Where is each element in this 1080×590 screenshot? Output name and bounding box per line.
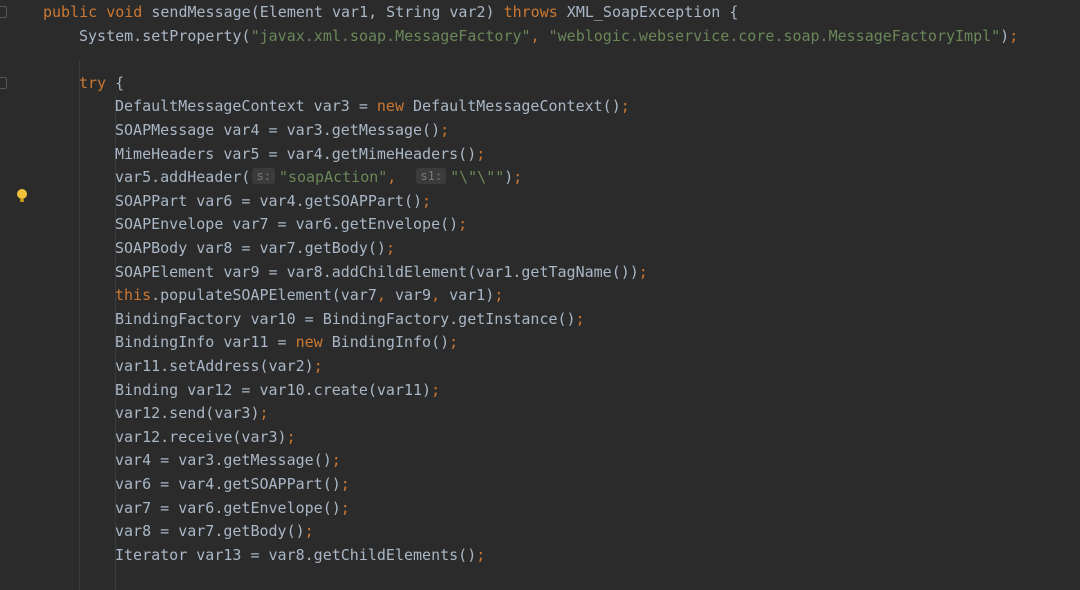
code-token: ,: [387, 168, 415, 187]
code-token: DefaultMessageContext var3 =: [115, 97, 377, 116]
code-token: ,: [431, 286, 450, 305]
code-token: var7 = var6.getEnvelope(): [115, 498, 341, 517]
code-token: .populateSOAPElement(var7: [151, 286, 377, 305]
code-line[interactable]: MimeHeaders var5 = var4.getMimeHeaders()…: [115, 143, 485, 167]
code-token: ;: [313, 357, 323, 375]
code-token: BindingFactory var10 = BindingFactory.ge…: [115, 309, 576, 328]
code-line[interactable]: SOAPElement var9 = var8.addChildElement(…: [115, 261, 648, 285]
code-line[interactable]: SOAPBody var8 = var7.getBody();: [115, 237, 395, 261]
editor-gutter: [0, 0, 12, 590]
code-token: System.setProperty(: [79, 26, 251, 45]
code-line[interactable]: public void sendMessage(Element var1, St…: [43, 1, 738, 25]
code-token: DefaultMessageContext(): [413, 97, 621, 116]
code-token: ;: [286, 427, 296, 446]
code-token: "weblogic.webservice.core.soap.MessageFa…: [548, 26, 1001, 45]
code-token: ;: [458, 215, 468, 234]
code-token: var8 = var7.getBody(): [115, 522, 305, 541]
code-token: ,: [530, 26, 549, 45]
code-token: ;: [440, 121, 450, 139]
code-token: ;: [476, 144, 486, 163]
code-line[interactable]: SOAPPart var6 = var4.getSOAPPart();: [115, 190, 431, 214]
code-token: ;: [638, 262, 648, 281]
code-token: ;: [340, 475, 350, 493]
code-token: ;: [620, 97, 630, 116]
code-token: ): [504, 168, 514, 187]
code-token: ;: [259, 404, 269, 423]
code-token: throws: [503, 3, 567, 21]
code-line[interactable]: System.setProperty("javax.xml.soap.Messa…: [79, 25, 1018, 49]
fold-icon[interactable]: [0, 6, 7, 18]
code-token: ,: [376, 286, 395, 305]
code-token: ;: [304, 522, 314, 541]
code-token: ;: [513, 168, 523, 187]
code-line[interactable]: BindingInfo var11 = new BindingInfo();: [115, 331, 458, 355]
code-token: var9: [394, 286, 432, 305]
code-token: new: [295, 333, 332, 352]
parameter-hint: s1:: [416, 168, 447, 185]
code-line[interactable]: var7 = var6.getEnvelope();: [115, 497, 350, 521]
code-token: ;: [431, 380, 441, 399]
code-token: sendMessage(Element var1, String var2): [151, 3, 504, 21]
parameter-hint: s:: [252, 168, 275, 185]
code-line[interactable]: var8 = var7.getBody();: [115, 520, 314, 544]
code-line[interactable]: BindingFactory var10 = BindingFactory.ge…: [115, 308, 585, 332]
code-token: ;: [331, 451, 341, 470]
lightbulb-icon[interactable]: [17, 189, 28, 202]
code-line[interactable]: Iterator var13 = var8.getChildElements()…: [115, 544, 485, 568]
code-line[interactable]: try {: [79, 72, 124, 96]
code-token: BindingInfo var11 =: [115, 333, 296, 352]
code-token: "\"\"": [450, 168, 505, 187]
code-token: MimeHeaders var5 = var4.getMimeHeaders(): [115, 144, 477, 163]
code-token: ;: [385, 239, 395, 257]
code-token: var11.setAddress(var2): [115, 357, 314, 375]
code-line[interactable]: var5.addHeader(s: "soapAction", s1: "\"\""…: [115, 166, 522, 190]
code-token: "soapAction": [278, 168, 388, 187]
code-token: Iterator var13 = var8.getChildElements(): [115, 545, 477, 564]
indent-guide: [79, 60, 80, 590]
code-token: new: [376, 97, 414, 116]
code-token: var6 = var4.getSOAPPart(): [115, 475, 341, 493]
code-line[interactable]: var12.send(var3);: [115, 402, 269, 426]
code-token: SOAPElement var9 = var8.addChildElement(…: [115, 262, 639, 281]
code-line[interactable]: var12.receive(var3);: [115, 426, 296, 450]
code-line[interactable]: SOAPMessage var4 = var3.getMessage();: [115, 119, 449, 143]
code-token: "javax.xml.soap.MessageFactory": [250, 26, 531, 45]
code-token: ): [1000, 26, 1010, 45]
code-line[interactable]: var4 = var3.getMessage();: [115, 449, 341, 473]
code-token: ;: [575, 309, 585, 328]
code-token: var5.addHeader(: [115, 168, 251, 187]
code-token: SOAPEnvelope var7 = var6.getEnvelope(): [115, 215, 459, 234]
code-token: var12.send(var3): [115, 404, 260, 423]
code-editor[interactable]: public void sendMessage(Element var1, St…: [0, 0, 1080, 590]
code-token: ;: [476, 545, 486, 564]
code-token: Binding var12 = var10.create(var11): [115, 380, 432, 399]
code-token: SOAPBody var8 = var7.getBody(): [115, 239, 386, 257]
code-token: XML_SoapException {: [566, 3, 739, 21]
code-token: try: [79, 73, 116, 92]
code-token: var12.receive(var3): [115, 427, 287, 446]
fold-icon[interactable]: [0, 77, 7, 89]
code-line[interactable]: this.populateSOAPElement(var7, var9, var…: [115, 284, 503, 308]
code-line[interactable]: DefaultMessageContext var3 = new Default…: [115, 95, 630, 119]
code-token: var1): [449, 286, 495, 305]
code-token: this: [115, 286, 152, 305]
code-token: ;: [1009, 26, 1019, 45]
code-token: var4 = var3.getMessage(): [115, 451, 332, 470]
code-token: ;: [340, 498, 350, 517]
code-token: BindingInfo(): [331, 333, 450, 352]
code-token: {: [115, 73, 125, 92]
code-token: ;: [494, 286, 504, 305]
code-token: SOAPMessage var4 = var3.getMessage(): [115, 121, 441, 139]
code-token: ;: [449, 333, 459, 352]
code-line[interactable]: Binding var12 = var10.create(var11);: [115, 379, 440, 403]
code-line[interactable]: SOAPEnvelope var7 = var6.getEnvelope();: [115, 213, 467, 237]
code-token: SOAPPart var6 = var4.getSOAPPart(): [115, 191, 423, 210]
code-line[interactable]: var11.setAddress(var2);: [115, 355, 323, 379]
code-token: ;: [422, 191, 432, 210]
code-line[interactable]: var6 = var4.getSOAPPart();: [115, 473, 350, 497]
code-token: public void: [43, 3, 152, 21]
